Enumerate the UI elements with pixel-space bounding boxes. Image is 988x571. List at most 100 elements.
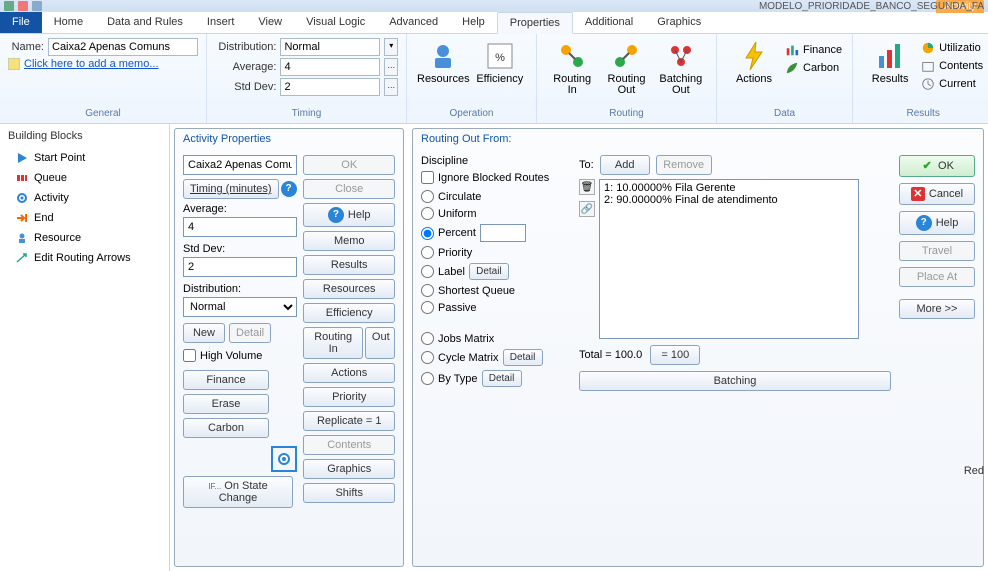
sidebar-item-start-point[interactable]: Start Point	[0, 148, 169, 168]
ok-button[interactable]: ✔OK	[899, 155, 975, 177]
eq100-button[interactable]: = 100	[650, 345, 700, 365]
sidebar-item-resource[interactable]: Resource	[0, 228, 169, 248]
stddev-input[interactable]	[280, 78, 380, 96]
sidebar-item-edit-routing[interactable]: Edit Routing Arrows	[0, 248, 169, 268]
help-icon[interactable]: ?	[281, 181, 297, 197]
ignore-blocked-checkbox[interactable]	[421, 171, 434, 184]
travel-button[interactable]: Travel	[899, 241, 975, 261]
batching-out-button[interactable]: Batching Out	[654, 38, 708, 98]
utilization-button[interactable]: Utilizatio	[919, 40, 985, 56]
close-button[interactable]: Close	[303, 179, 395, 199]
actions-button[interactable]: Actions	[725, 38, 783, 87]
average-input[interactable]	[280, 58, 380, 76]
ribbon-group-results: Results Utilizatio Contents Current Resu…	[853, 34, 988, 123]
percent-input[interactable]	[480, 224, 526, 242]
on-state-change-button[interactable]: IF... On State Change	[183, 476, 293, 508]
cycle-detail-button[interactable]: Detail	[503, 349, 543, 366]
shortest-queue-radio[interactable]	[421, 284, 434, 297]
efficiency-button[interactable]: Efficiency	[303, 303, 395, 323]
ap-distribution-select[interactable]: Normal	[183, 297, 297, 317]
sidebar-item-activity[interactable]: Activity	[0, 188, 169, 208]
finance-button[interactable]: Finance	[783, 42, 844, 58]
timing-button[interactable]: Timing (minutes)	[183, 179, 279, 199]
erase-button[interactable]: Erase	[183, 394, 269, 414]
jobs-matrix-radio[interactable]	[421, 332, 434, 345]
current-button[interactable]: Current	[919, 76, 985, 92]
qat-icon[interactable]	[32, 1, 42, 11]
label-radio[interactable]	[421, 265, 434, 278]
bytype-detail-button[interactable]: Detail	[482, 370, 522, 387]
menu-insert[interactable]: Insert	[195, 12, 247, 33]
sidebar-item-queue[interactable]: Queue	[0, 168, 169, 188]
memo-button[interactable]: Memo	[303, 231, 395, 251]
ok-button[interactable]: OK	[303, 155, 395, 175]
average-more-icon[interactable]: …	[384, 58, 398, 76]
more-button[interactable]: More >>	[899, 299, 975, 319]
add-button[interactable]: Add	[600, 155, 650, 175]
file-menu[interactable]: File	[0, 12, 42, 33]
routing-out-short-button[interactable]: Out	[365, 327, 395, 359]
remove-button[interactable]: Remove	[656, 155, 712, 175]
routes-list[interactable]: 1: 10.00000% Fila Gerente 2: 90.00000% F…	[599, 179, 859, 339]
sidebar-item-end[interactable]: End	[0, 208, 169, 228]
batching-button[interactable]: Batching	[579, 371, 891, 391]
menu-additional[interactable]: Additional	[573, 12, 645, 33]
place-at-button[interactable]: Place At	[899, 267, 975, 287]
menu-advanced[interactable]: Advanced	[377, 12, 450, 33]
detail-button[interactable]: Detail	[229, 323, 271, 343]
new-button[interactable]: New	[183, 323, 225, 343]
replicate-button[interactable]: Replicate = 1	[303, 411, 395, 431]
distribution-dropdown-icon[interactable]: ▾	[384, 38, 398, 56]
help-button[interactable]: ?Help	[899, 211, 975, 235]
shifts-button[interactable]: Shifts	[303, 483, 395, 503]
high-volume-checkbox[interactable]	[183, 349, 196, 362]
graphics-button[interactable]: Graphics	[303, 459, 395, 479]
actions-button[interactable]: Actions	[303, 363, 395, 383]
link-icon[interactable]: 🔗	[579, 201, 595, 217]
carbon-button[interactable]: Carbon	[783, 60, 844, 76]
cycle-matrix-radio[interactable]	[421, 351, 434, 364]
gear-settings-icon[interactable]	[271, 446, 297, 472]
priority-radio[interactable]	[421, 246, 434, 259]
passive-radio[interactable]	[421, 301, 434, 314]
resources-button[interactable]: Resources	[303, 279, 395, 299]
menu-help[interactable]: Help	[450, 12, 497, 33]
route-row[interactable]: 2: 90.00000% Final de atendimento	[604, 194, 854, 206]
percent-radio[interactable]	[421, 227, 434, 240]
menu-data-rules[interactable]: Data and Rules	[95, 12, 195, 33]
activity-name-input[interactable]	[183, 155, 297, 175]
help-button[interactable]: ?Help	[303, 203, 395, 227]
finance-button[interactable]: Finance	[183, 370, 269, 390]
results-button[interactable]: Results	[861, 38, 919, 87]
routing-out-button[interactable]: Routing Out	[599, 38, 653, 98]
contents-button[interactable]: Contents	[303, 435, 395, 455]
resources-button[interactable]: Resources	[415, 38, 472, 87]
menu-view[interactable]: View	[246, 12, 294, 33]
stddev-more-icon[interactable]: …	[384, 78, 398, 96]
results-button[interactable]: Results	[303, 255, 395, 275]
menu-home[interactable]: Home	[42, 12, 95, 33]
efficiency-button[interactable]: % Efficiency	[472, 38, 528, 87]
circulate-radio[interactable]	[421, 190, 434, 203]
menu-visual-logic[interactable]: Visual Logic	[294, 12, 377, 33]
priority-button[interactable]: Priority	[303, 387, 395, 407]
qat-icon[interactable]	[4, 1, 14, 11]
ap-stddev-input[interactable]	[183, 257, 297, 277]
by-type-radio[interactable]	[421, 372, 434, 385]
carbon-button[interactable]: Carbon	[183, 418, 269, 438]
ap-average-input[interactable]	[183, 217, 297, 237]
routing-in-button[interactable]: Routing In	[303, 327, 362, 359]
qat-icon[interactable]	[18, 1, 28, 11]
trash-icon[interactable]: 🗑	[579, 179, 595, 195]
cancel-button[interactable]: ✕Cancel	[899, 183, 975, 205]
add-memo-link[interactable]: Click here to add a memo...	[24, 58, 159, 70]
menu-properties[interactable]: Properties	[497, 12, 573, 34]
name-input[interactable]	[48, 38, 198, 56]
distribution-input[interactable]	[280, 38, 380, 56]
menu-graphics[interactable]: Graphics	[645, 12, 713, 33]
contents-button[interactable]: Contents	[919, 58, 985, 74]
route-row[interactable]: 1: 10.00000% Fila Gerente	[604, 182, 854, 194]
label-detail-button[interactable]: Detail	[469, 263, 509, 280]
uniform-radio[interactable]	[421, 207, 434, 220]
routing-in-button[interactable]: Routing In	[545, 38, 599, 98]
